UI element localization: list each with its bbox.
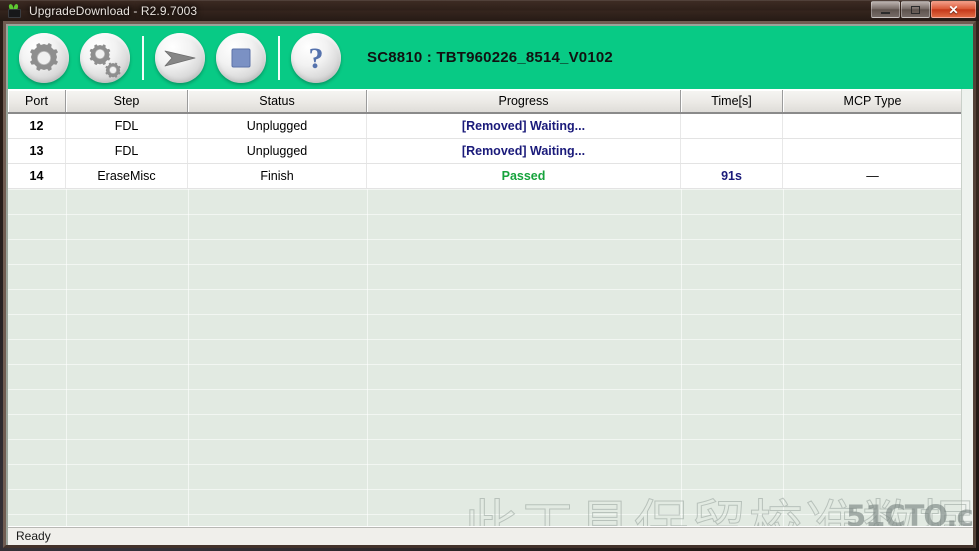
status-bar: Ready <box>8 526 973 545</box>
cell-step: FDL <box>66 114 188 138</box>
cell-status: Unplugged <box>188 139 367 163</box>
device-info-label: SC8810 : TBT960226_8514_V0102 <box>367 49 613 66</box>
app-chip-icon <box>6 3 22 19</box>
column-header-time[interactable]: Time[s] <box>681 90 783 112</box>
column-header-mcp-type[interactable]: MCP Type <box>783 90 963 112</box>
cell-time <box>681 114 783 138</box>
maximize-icon <box>911 5 920 14</box>
cell-port: 13 <box>8 139 66 163</box>
cell-progress: [Removed] Waiting... <box>367 139 681 163</box>
cell-status: Unplugged <box>188 114 367 138</box>
start-button[interactable] <box>155 32 205 83</box>
table-empty-area <box>8 189 973 529</box>
close-button[interactable]: ✕ <box>931 1 976 18</box>
client-area: ? SC8810 : TBT960226_8514_V0102 Port Ste… <box>6 24 973 545</box>
column-header-step[interactable]: Step <box>66 90 188 112</box>
config-gears-button[interactable] <box>80 32 130 83</box>
toolbar: ? SC8810 : TBT960226_8514_V0102 <box>8 26 973 89</box>
window-controls: ✕ <box>871 1 976 18</box>
cell-mcp-type <box>783 139 963 163</box>
application-window: UpgradeDownload - R2.9.7003 ✕ ? SC8810:… <box>0 0 979 551</box>
cell-mcp-type <box>783 114 963 138</box>
table-row[interactable]: 13 FDL Unplugged [Removed] Waiting... <box>8 139 973 164</box>
vertical-scrollbar[interactable] <box>961 89 973 529</box>
stop-square-icon <box>231 48 251 67</box>
question-mark-icon: ? <box>309 42 324 75</box>
cell-status: Finish <box>188 164 367 188</box>
status-message: Ready <box>16 529 51 543</box>
cell-progress: Passed <box>367 164 681 188</box>
minimize-button[interactable] <box>871 1 900 18</box>
minimize-icon <box>881 11 890 14</box>
table-row[interactable]: 14 EraseMisc Finish Passed 91s — <box>8 164 973 189</box>
cell-step: EraseMisc <box>66 164 188 188</box>
window-title: UpgradeDownload - R2.9.7003 <box>29 3 198 18</box>
column-header-status[interactable]: Status <box>188 90 367 112</box>
column-header-port[interactable]: Port <box>8 90 66 112</box>
gear-icon <box>29 42 58 71</box>
close-icon: ✕ <box>948 2 959 17</box>
toolbar-separator-2 <box>278 35 280 80</box>
maximize-button[interactable] <box>901 1 930 18</box>
ports-table: Port Step Status Progress Time[s] MCP Ty… <box>8 89 973 529</box>
cell-progress: [Removed] Waiting... <box>367 114 681 138</box>
gears-icon <box>89 43 121 78</box>
cell-time: 91s <box>681 164 783 188</box>
svg-text:?: ? <box>309 42 324 75</box>
toolbar-separator-1 <box>142 35 144 80</box>
cell-step: FDL <box>66 139 188 163</box>
play-arrow-icon <box>164 50 196 66</box>
column-header-progress[interactable]: Progress <box>367 90 681 112</box>
settings-gear-button[interactable] <box>19 32 69 83</box>
table-row[interactable]: 12 FDL Unplugged [Removed] Waiting... <box>8 114 973 139</box>
cell-port: 14 <box>8 164 66 188</box>
stop-button[interactable] <box>216 32 266 83</box>
cell-mcp-type: — <box>783 164 963 188</box>
cell-port: 12 <box>8 114 66 138</box>
cell-time <box>681 139 783 163</box>
help-button[interactable]: ? <box>291 32 341 83</box>
title-bar[interactable]: UpgradeDownload - R2.9.7003 ✕ <box>0 0 979 21</box>
table-header-row: Port Step Status Progress Time[s] MCP Ty… <box>8 89 973 114</box>
